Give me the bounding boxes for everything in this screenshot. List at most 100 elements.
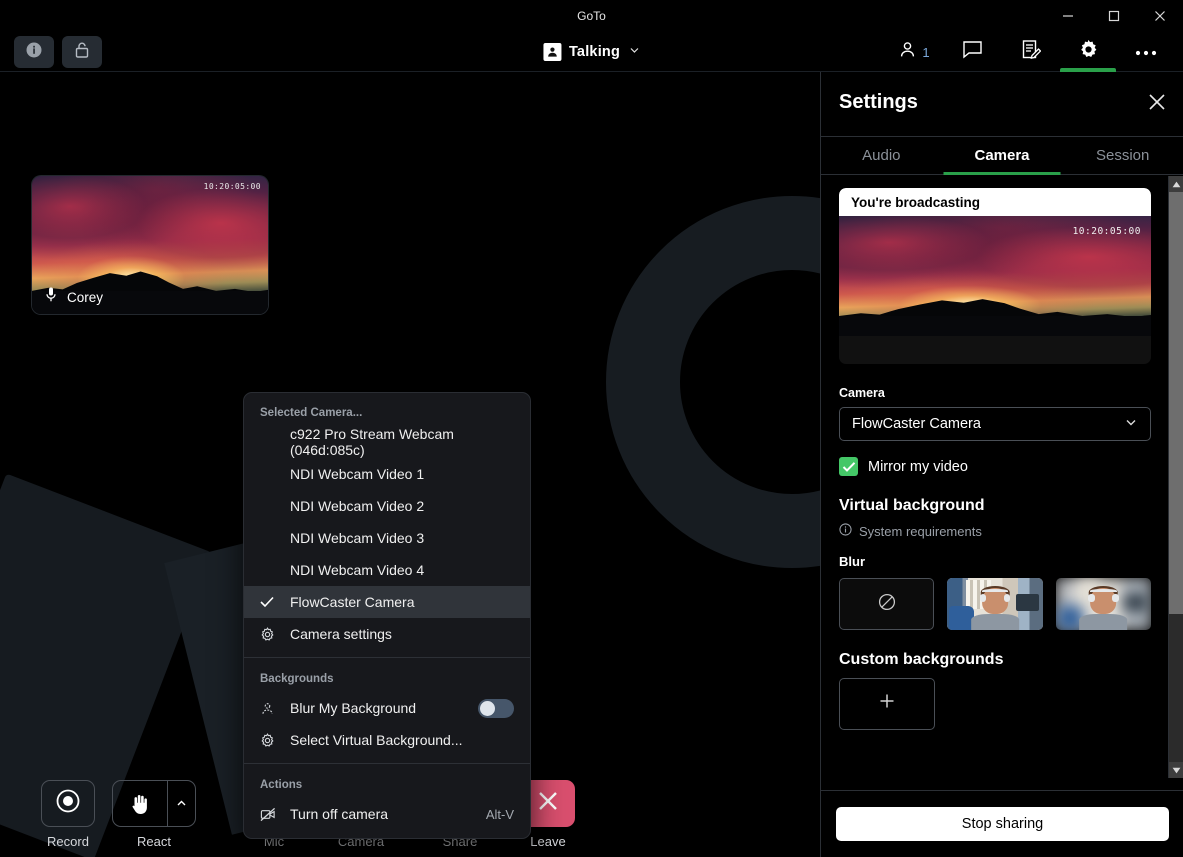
talking-label: Talking bbox=[568, 44, 621, 60]
mirror-video-row[interactable]: Mirror my video bbox=[839, 457, 1151, 476]
menu-item-camera-device[interactable]: NDI Webcam Video 3 bbox=[244, 522, 530, 554]
gear-icon bbox=[1078, 39, 1099, 65]
mirror-video-checkbox[interactable] bbox=[839, 457, 858, 476]
microphone-icon bbox=[44, 286, 58, 308]
caret-down-icon[interactable] bbox=[1169, 762, 1183, 778]
settings-button[interactable] bbox=[1059, 32, 1117, 72]
menu-header-actions: Actions bbox=[260, 779, 303, 791]
menu-item-label: c922 Pro Stream Webcam (046d:085c) bbox=[290, 426, 454, 458]
tab-session[interactable]: Session bbox=[1062, 137, 1183, 174]
menu-item-turn-off-camera[interactable]: Turn off camera Alt-V bbox=[244, 798, 530, 830]
chat-bubble-icon bbox=[962, 40, 983, 64]
menu-item-label: NDI Webcam Video 2 bbox=[290, 498, 425, 514]
info-button[interactable] bbox=[14, 36, 54, 68]
menu-item-label: Select Virtual Background... bbox=[290, 732, 463, 748]
camera-select-value: FlowCaster Camera bbox=[852, 416, 981, 432]
caret-up-icon[interactable] bbox=[1169, 176, 1183, 192]
menu-header-backgrounds: Backgrounds bbox=[260, 673, 334, 685]
participant-timecode: 10:20:05:00 bbox=[203, 182, 261, 191]
lock-button[interactable] bbox=[62, 36, 102, 68]
preview-timecode: 10:20:05:00 bbox=[1072, 226, 1141, 237]
tab-audio[interactable]: Audio bbox=[821, 137, 942, 174]
blur-options bbox=[839, 578, 1151, 630]
system-requirements-link[interactable]: System requirements bbox=[839, 523, 1151, 539]
menu-item-camera-device-selected[interactable]: FlowCaster Camera bbox=[244, 586, 530, 618]
menu-divider bbox=[244, 763, 530, 764]
camera-dropdown-menu: Selected Camera... c922 Pro Stream Webca… bbox=[243, 392, 531, 839]
add-custom-background-button[interactable] bbox=[839, 678, 935, 730]
control-record[interactable]: Record bbox=[22, 780, 114, 849]
menu-item-camera-device[interactable]: c922 Pro Stream Webcam (046d:085c) bbox=[244, 426, 530, 458]
talking-status[interactable]: Talking bbox=[542, 32, 640, 72]
menu-item-label: NDI Webcam Video 3 bbox=[290, 530, 425, 546]
app-bar: Talking 1 bbox=[0, 32, 1183, 72]
toggle-knob bbox=[480, 700, 495, 716]
chevron-up-icon[interactable] bbox=[167, 781, 195, 826]
goto-meeting-window: GoTo Talking 1 10:20:05:00 Corey Selecte… bbox=[0, 0, 1183, 857]
settings-scrollbar[interactable] bbox=[1168, 176, 1183, 778]
control-label: React bbox=[137, 834, 171, 849]
notes-icon bbox=[1020, 39, 1041, 65]
app-bar-left bbox=[14, 36, 102, 68]
camera-select[interactable]: FlowCaster Camera bbox=[839, 407, 1151, 441]
react-button[interactable] bbox=[112, 780, 196, 827]
notes-button[interactable] bbox=[1001, 32, 1059, 72]
check-icon bbox=[260, 596, 280, 608]
blur-option-none[interactable] bbox=[839, 578, 935, 630]
person-blur-icon bbox=[260, 701, 280, 716]
window-title: GoTo bbox=[577, 9, 606, 23]
settings-tabs: Audio Camera Session bbox=[821, 137, 1183, 175]
video-stage: 10:20:05:00 Corey Selected Camera... c92… bbox=[0, 72, 820, 857]
info-icon bbox=[839, 523, 852, 539]
chevron-down-icon[interactable] bbox=[628, 43, 640, 61]
settings-panel: Settings Audio Camera Session You're bro… bbox=[820, 72, 1183, 857]
menu-item-camera-device[interactable]: NDI Webcam Video 1 bbox=[244, 458, 530, 490]
record-button[interactable] bbox=[41, 780, 95, 827]
system-requirements-label: System requirements bbox=[859, 523, 982, 539]
tab-camera[interactable]: Camera bbox=[942, 137, 1063, 174]
menu-header-selected-camera: Selected Camera... bbox=[260, 407, 363, 419]
menu-item-shortcut: Alt-V bbox=[485, 806, 514, 822]
menu-item-label: Blur My Background bbox=[290, 700, 417, 716]
person-icon bbox=[898, 40, 917, 64]
person-preview bbox=[947, 578, 1043, 630]
more-options-button[interactable] bbox=[1117, 32, 1175, 72]
close-settings-button[interactable] bbox=[1147, 92, 1167, 117]
chat-button[interactable] bbox=[943, 32, 1001, 72]
menu-item-blur-background[interactable]: Blur My Background bbox=[244, 692, 530, 724]
menu-item-select-virtual-background[interactable]: Select Virtual Background... bbox=[244, 724, 530, 756]
close-button[interactable] bbox=[1137, 0, 1183, 32]
participant-name: Corey bbox=[67, 289, 104, 305]
maximize-button[interactable] bbox=[1091, 0, 1137, 32]
info-icon bbox=[25, 41, 43, 64]
menu-item-label: NDI Webcam Video 4 bbox=[290, 562, 425, 578]
scrollbar-thumb[interactable] bbox=[1169, 192, 1183, 614]
participant-footer: Corey bbox=[32, 280, 268, 314]
blur-option-heavy[interactable] bbox=[1055, 578, 1151, 630]
menu-item-camera-device[interactable]: NDI Webcam Video 4 bbox=[244, 554, 530, 586]
menu-divider bbox=[244, 657, 530, 658]
hand-icon bbox=[113, 781, 167, 826]
app-bar-right: 1 bbox=[885, 32, 1175, 72]
person-icon bbox=[542, 43, 561, 61]
control-react[interactable]: React bbox=[108, 780, 200, 849]
close-icon bbox=[536, 789, 560, 818]
person-preview-blurred bbox=[1055, 578, 1151, 630]
blur-background-toggle[interactable] bbox=[478, 698, 514, 718]
brand-watermark bbox=[606, 196, 820, 568]
unlocked-padlock-icon bbox=[73, 40, 91, 65]
menu-item-camera-device[interactable]: NDI Webcam Video 2 bbox=[244, 490, 530, 522]
blur-option-light[interactable] bbox=[947, 578, 1043, 630]
gear-icon bbox=[260, 732, 280, 748]
settings-body: You're broadcasting 10:20:05:00 Camera F… bbox=[821, 176, 1169, 778]
menu-item-label: FlowCaster Camera bbox=[290, 594, 415, 610]
window-controls bbox=[1045, 0, 1183, 32]
stop-sharing-button[interactable]: Stop sharing bbox=[836, 807, 1169, 841]
menu-item-camera-settings[interactable]: Camera settings bbox=[244, 618, 530, 650]
chevron-down-icon bbox=[1124, 415, 1138, 433]
minimize-button[interactable] bbox=[1045, 0, 1091, 32]
participant-tile[interactable]: 10:20:05:00 Corey bbox=[32, 176, 268, 314]
scrollbar-track[interactable] bbox=[1169, 192, 1183, 762]
participants-count: 1 bbox=[922, 44, 930, 60]
participants-button[interactable]: 1 bbox=[885, 32, 943, 72]
